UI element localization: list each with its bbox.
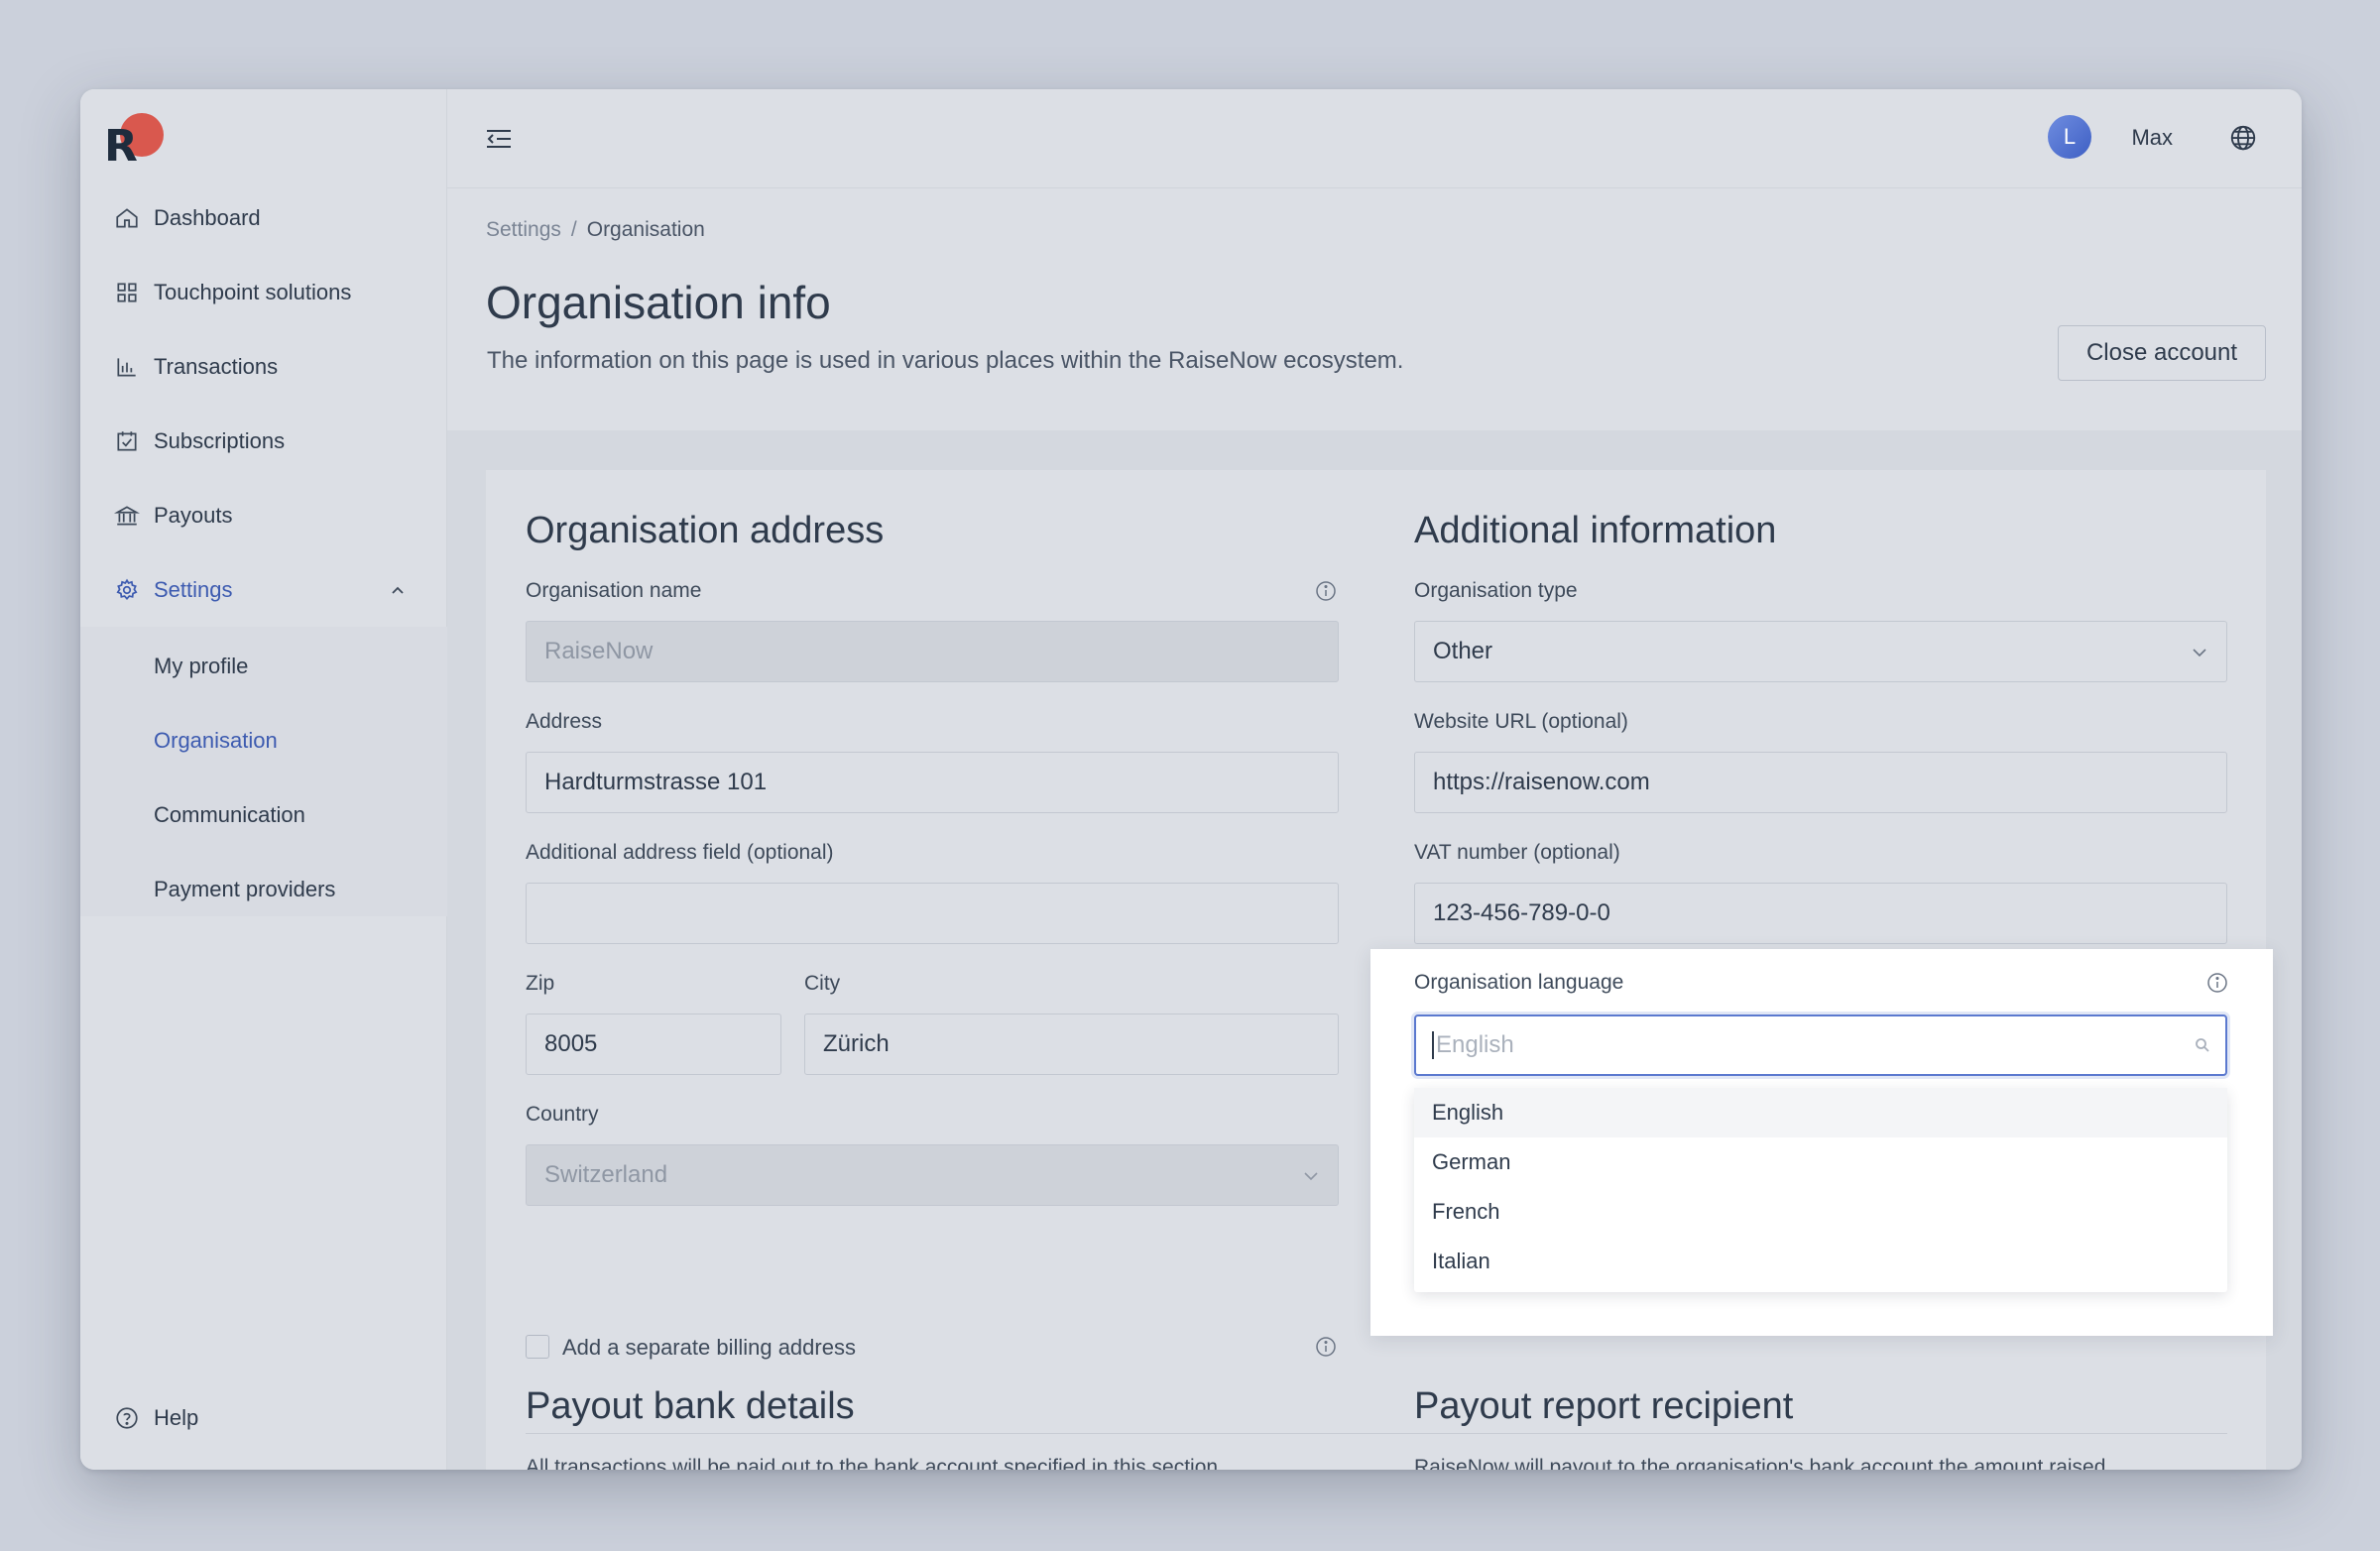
help-icon <box>116 1407 138 1429</box>
sidebar: R Dashboard Touchpoint solutions Transac… <box>80 89 447 1470</box>
address-label: Address <box>526 710 603 733</box>
close-account-button[interactable]: Close account <box>2058 325 2266 381</box>
section-title-payout-bank: Payout bank details <box>526 1385 855 1427</box>
grid-icon <box>117 283 137 302</box>
language-search-placeholder: English <box>1436 1031 1514 1058</box>
sidebar-subitem-payment-providers[interactable]: Payment providers <box>154 870 335 909</box>
logo-letter: R <box>104 121 138 172</box>
top-bar: L Max <box>447 89 2302 188</box>
country-label: Country <box>526 1103 599 1126</box>
settings-subnav: My profile Organisation Communication Pa… <box>80 627 447 916</box>
language-options-list: English German French Italian <box>1414 1088 2227 1292</box>
breadcrumb-current: Organisation <box>586 218 705 241</box>
raisenow-logo[interactable]: R <box>104 113 164 172</box>
language-option-german[interactable]: German <box>1414 1137 2227 1187</box>
org-type-label: Organisation type <box>1414 579 1578 602</box>
page-title: Organisation info <box>486 277 831 328</box>
address-field[interactable]: Hardturmstrasse 101 <box>526 752 1339 813</box>
country-select[interactable]: Switzerland <box>526 1144 1339 1206</box>
info-icon[interactable] <box>1314 579 1338 603</box>
sidebar-item-label: Transactions <box>154 354 279 379</box>
section-title-payout-recipient: Payout report recipient <box>1414 1385 1794 1427</box>
language-option-french[interactable]: French <box>1414 1187 2227 1237</box>
page-subtitle: The information on this page is used in … <box>487 347 1404 374</box>
payout-bank-description: All transactions will be paid out to the… <box>526 1456 1224 1470</box>
sidebar-item-dashboard[interactable]: Dashboard <box>80 188 447 248</box>
chevron-down-icon <box>2193 649 2206 657</box>
section-title-additional: Additional information <box>1414 510 1777 551</box>
search-icon <box>2196 1038 2209 1052</box>
sidebar-item-label: Subscriptions <box>154 428 286 453</box>
additional-address-field[interactable] <box>526 883 1339 944</box>
language-option-english[interactable]: English <box>1414 1088 2227 1137</box>
billing-address-label: Add a separate billing address <box>562 1335 856 1360</box>
country-value: Switzerland <box>544 1161 668 1188</box>
org-name-field[interactable]: RaiseNow <box>526 621 1339 682</box>
org-type-select[interactable]: Other <box>1414 621 2227 682</box>
language-option-italian[interactable]: Italian <box>1414 1237 2227 1286</box>
sidebar-item-label: Settings <box>154 577 233 602</box>
zip-field[interactable]: 8005 <box>526 1014 781 1075</box>
org-name-label: Organisation name <box>526 579 702 602</box>
sidebar-item-label: Dashboard <box>154 205 261 230</box>
section-divider <box>526 1433 2227 1434</box>
language-popup: Organisation language English English Ge… <box>1370 949 2273 1336</box>
language-label: Organisation language <box>1414 971 1624 994</box>
avatar[interactable]: L <box>2048 115 2091 159</box>
breadcrumb: Settings / Organisation <box>486 218 705 242</box>
sidebar-item-label: Touchpoint solutions <box>154 280 352 304</box>
info-icon[interactable] <box>1314 1335 1338 1359</box>
bar-chart-icon <box>117 358 136 377</box>
sidebar-subitem-my-profile[interactable]: My profile <box>154 647 248 686</box>
chevron-down-icon <box>1304 1172 1318 1181</box>
language-search-input[interactable]: English <box>1414 1014 2227 1076</box>
sidebar-item-touchpoint-solutions[interactable]: Touchpoint solutions <box>80 263 447 322</box>
calendar-check-icon <box>117 431 137 451</box>
username[interactable]: Max <box>2131 125 2173 151</box>
bank-icon <box>114 506 140 526</box>
text-cursor <box>1432 1031 1434 1059</box>
vat-field[interactable]: 123-456-789-0-0 <box>1414 883 2227 944</box>
app-window: R Dashboard Touchpoint solutions Transac… <box>80 89 2302 1470</box>
globe-icon[interactable] <box>2228 123 2258 153</box>
sidebar-item-label: Help <box>154 1405 199 1430</box>
sidebar-item-label: Payouts <box>154 503 233 528</box>
city-label: City <box>804 972 841 995</box>
additional-address-label: Additional address field (optional) <box>526 841 834 864</box>
sidebar-subitem-organisation[interactable]: Organisation <box>154 721 278 761</box>
collapse-sidebar-icon[interactable] <box>483 123 515 155</box>
sidebar-subitem-communication[interactable]: Communication <box>154 795 305 835</box>
org-type-value: Other <box>1433 638 1493 664</box>
website-label: Website URL (optional) <box>1414 710 1628 733</box>
section-title-address: Organisation address <box>526 510 885 551</box>
vat-label: VAT number (optional) <box>1414 841 1620 864</box>
sidebar-item-payouts[interactable]: Payouts <box>80 486 447 545</box>
breadcrumb-settings[interactable]: Settings <box>486 218 561 241</box>
sidebar-item-transactions[interactable]: Transactions <box>80 337 447 397</box>
city-field[interactable]: Zürich <box>804 1014 1339 1075</box>
info-icon[interactable] <box>2205 971 2229 995</box>
payout-recipient-description: RaiseNow will payout to the organisation… <box>1414 1456 2106 1470</box>
chevron-up-icon <box>392 586 404 594</box>
gear-icon <box>116 578 138 600</box>
website-field[interactable]: https://raisenow.com <box>1414 752 2227 813</box>
sidebar-item-help[interactable]: Help <box>80 1388 447 1448</box>
breadcrumb-separator: / <box>570 218 577 241</box>
billing-address-checkbox[interactable] <box>526 1335 549 1359</box>
home-icon <box>116 208 138 228</box>
zip-label: Zip <box>526 972 555 995</box>
sidebar-item-settings[interactable]: Settings <box>80 560 447 620</box>
sidebar-item-subscriptions[interactable]: Subscriptions <box>80 412 447 471</box>
